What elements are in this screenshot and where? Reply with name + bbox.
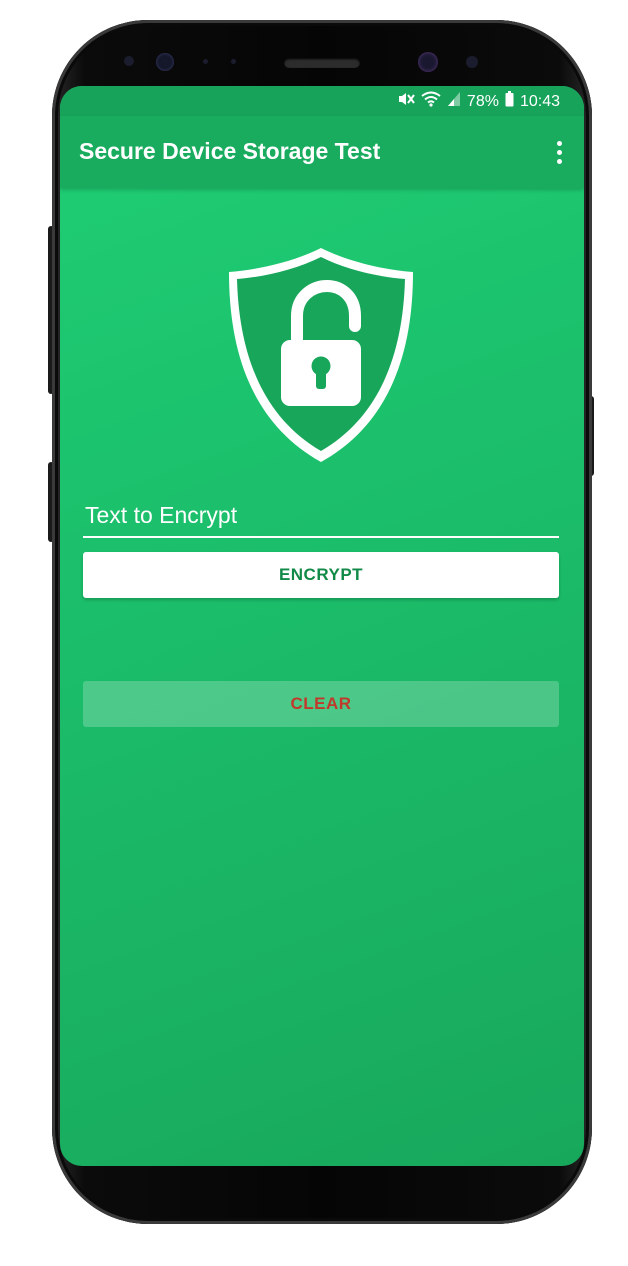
status-icons: 78% 10:43 [397,91,560,112]
shield-unlocked-padlock-icon [229,248,413,462]
device-mockup: 78% 10:43 Secure Device Storage Test Tex… [0,0,628,1266]
encrypt-button[interactable]: ENCRYPT [83,552,559,598]
light-sensor-2 [231,59,236,64]
iris-led [466,56,478,68]
app-screen: 78% 10:43 Secure Device Storage Test Tex… [60,86,584,1166]
input-placeholder: Text to Encrypt [85,502,238,528]
clear-button[interactable]: CLEAR [83,681,559,727]
iris-camera [418,52,438,72]
overflow-menu-icon-dot [556,158,562,164]
text-to-encrypt-input[interactable]: Text to Encrypt [83,494,559,538]
light-sensor [203,59,208,64]
mute-icon [397,91,415,112]
overflow-menu-button[interactable] [548,134,570,170]
battery-percent: 78% [466,92,499,110]
battery-icon [505,91,514,112]
status-bar: 78% 10:43 [60,86,584,116]
front-camera [156,53,174,71]
signal-icon [447,91,461,112]
app-bar: Secure Device Storage Test [60,116,584,188]
proximity-sensor [124,56,134,66]
wifi-icon [421,91,441,112]
earpiece [284,58,360,68]
overflow-menu-icon-dot [556,149,562,155]
status-time: 10:43 [519,92,560,110]
app-title: Secure Device Storage Test [79,138,381,164]
overflow-menu-icon [556,140,562,146]
